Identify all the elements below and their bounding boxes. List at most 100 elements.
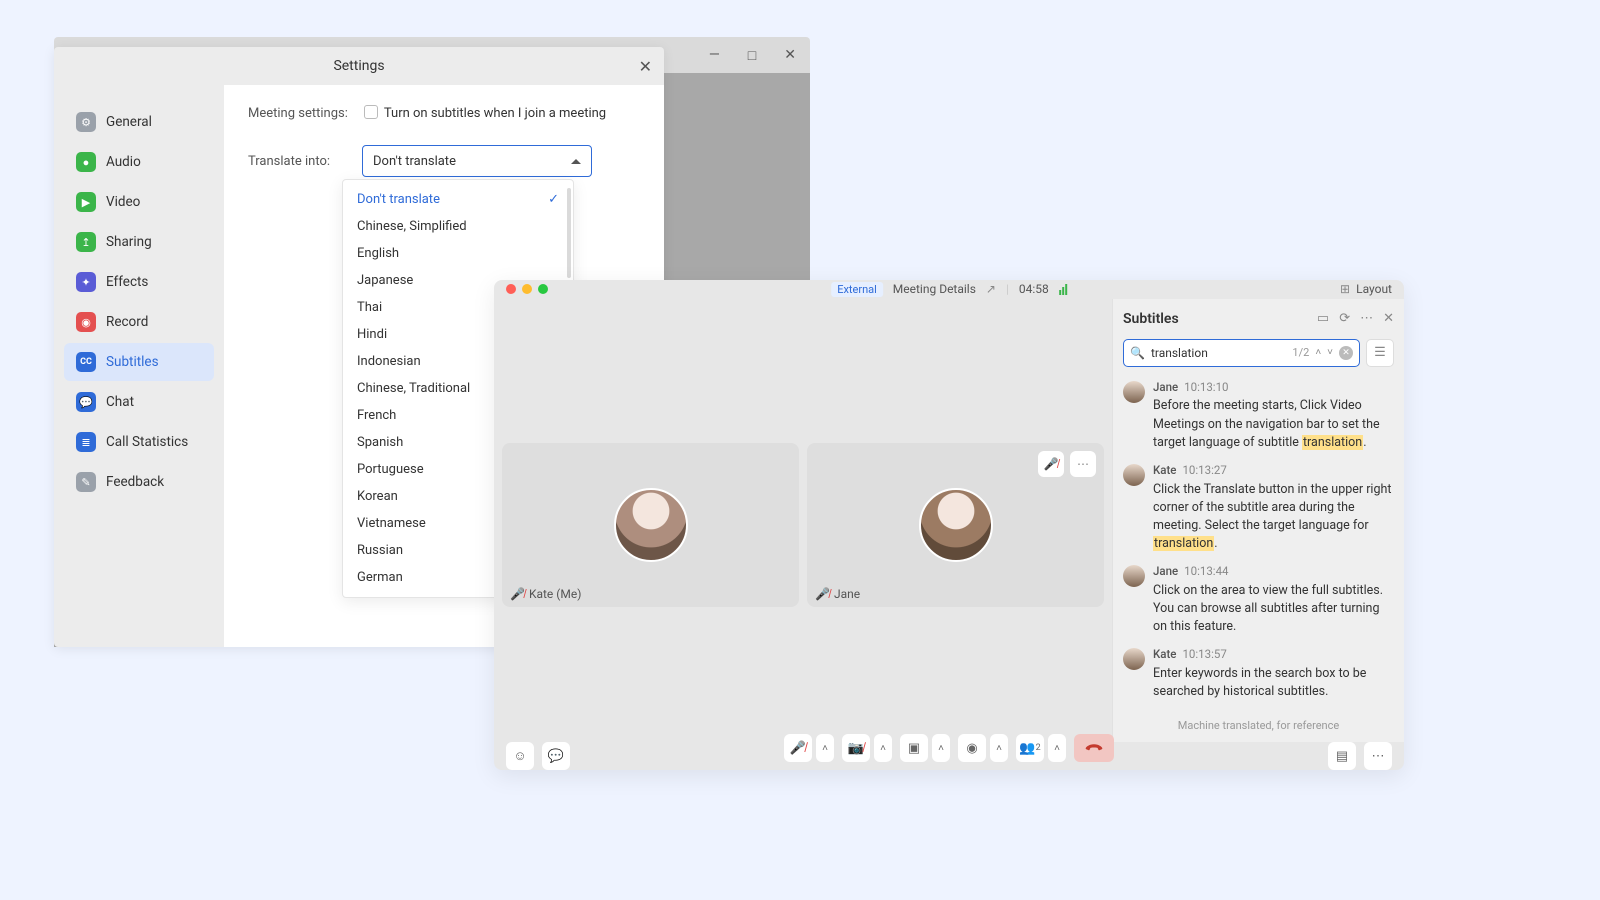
translate-option[interactable]: Don't translate✓ bbox=[343, 186, 573, 213]
record-icon: ◉ bbox=[76, 312, 96, 332]
nav-subtitles[interactable]: CCSubtitles bbox=[64, 343, 214, 381]
close-dot[interactable] bbox=[506, 284, 516, 294]
avatar bbox=[614, 488, 688, 562]
notes-button[interactable]: ▤ bbox=[1328, 742, 1356, 770]
participants-caret[interactable]: ˄ bbox=[1048, 734, 1066, 762]
entry-text: Enter keywords in the search box to be s… bbox=[1153, 665, 1394, 701]
nav-general[interactable]: ⚙General bbox=[64, 103, 214, 141]
translate-icon[interactable]: ⟳ bbox=[1339, 311, 1350, 326]
nav-effects[interactable]: ✦ Effects bbox=[64, 263, 214, 301]
nav-chat[interactable]: 💬Chat bbox=[64, 383, 214, 421]
avatar bbox=[1123, 464, 1145, 486]
avatar bbox=[1123, 381, 1145, 403]
translate-option[interactable]: Chinese, Simplified bbox=[343, 213, 573, 240]
subtitle-join-checkbox[interactable]: Turn on subtitles when I join a meeting bbox=[364, 105, 606, 121]
layout-label[interactable]: Layout bbox=[1356, 282, 1392, 296]
nav-call-statistics[interactable]: ≣Call Statistics bbox=[64, 423, 214, 461]
nav-audio[interactable]: ●Audio bbox=[64, 143, 214, 181]
effects-icon: ✦ bbox=[76, 272, 96, 292]
translate-into-label: Translate into: bbox=[248, 154, 346, 169]
minimize-dot[interactable] bbox=[522, 284, 532, 294]
search-value: translation bbox=[1151, 346, 1286, 360]
chevron-up-icon bbox=[571, 159, 581, 164]
nav-feedback[interactable]: ✎ Feedback bbox=[64, 463, 214, 501]
chat-button[interactable]: 💬 bbox=[542, 742, 570, 770]
close-icon[interactable]: ✕ bbox=[1383, 311, 1394, 326]
video-area: 🎤̸Kate (Me) 🎤̸ ⋯ 🎤̸Jane bbox=[494, 299, 1112, 742]
meeting-settings-label: Meeting settings: bbox=[248, 106, 348, 121]
record-caret[interactable]: ˄ bbox=[990, 734, 1008, 762]
layout-icon[interactable]: ⊞ bbox=[1340, 282, 1350, 296]
camera-caret[interactable]: ˄ bbox=[874, 734, 892, 762]
nav-record[interactable]: ◉ Record bbox=[64, 303, 214, 341]
nav-label: Effects bbox=[106, 274, 148, 290]
entry-text: Click on the area to view the full subti… bbox=[1153, 582, 1394, 636]
feedback-icon: ✎ bbox=[76, 472, 96, 492]
entry-text: Click the Translate button in the upper … bbox=[1153, 481, 1394, 554]
entry-header: Kate10:13:27 bbox=[1153, 462, 1394, 479]
next-match-icon[interactable]: ˅ bbox=[1327, 347, 1333, 358]
minimize-button[interactable]: — bbox=[709, 47, 720, 63]
video-tile-self[interactable]: 🎤̸Kate (Me) bbox=[502, 443, 799, 607]
tile-more-button[interactable]: ⋯ bbox=[1070, 451, 1096, 477]
zoom-dot[interactable] bbox=[538, 284, 548, 294]
translate-option[interactable]: English bbox=[343, 240, 573, 267]
subtitles-footer: Machine translated, for reference bbox=[1113, 711, 1404, 742]
stats-icon: ≣ bbox=[76, 432, 96, 452]
share-caret[interactable]: ˄ bbox=[932, 734, 950, 762]
search-icon: 🔍 bbox=[1130, 346, 1145, 360]
nav-label: Sharing bbox=[106, 234, 152, 250]
external-badge: External bbox=[831, 282, 883, 297]
entry-text: Before the meeting starts, Click Video M… bbox=[1153, 397, 1394, 451]
more-icon[interactable]: ⋯ bbox=[1360, 311, 1373, 326]
subtitle-entry[interactable]: Kate10:13:27 Click the Translate button i… bbox=[1123, 462, 1394, 553]
entry-header: Jane10:13:10 bbox=[1153, 379, 1394, 396]
participants-button[interactable]: 👥2 bbox=[1016, 734, 1044, 762]
subtitles-list[interactable]: Jane10:13:10Before the meeting starts, C… bbox=[1113, 375, 1404, 711]
mic-caret[interactable]: ˄ bbox=[816, 734, 834, 762]
subtitle-entry[interactable]: Jane10:13:44Click on the area to view th… bbox=[1123, 563, 1394, 636]
record-button[interactable]: ◉ bbox=[958, 734, 986, 762]
search-count: 1/2 bbox=[1292, 346, 1309, 359]
translate-dropdown[interactable]: Don't translate bbox=[362, 145, 592, 177]
nav-video[interactable]: ▶Video bbox=[64, 183, 214, 221]
meeting-details-link[interactable]: Meeting Details bbox=[893, 282, 976, 296]
settings-sidebar: ⚙General ●Audio ▶Video ↥Sharing ✦ Effects… bbox=[54, 85, 224, 647]
camera-icon: ▶ bbox=[76, 192, 96, 212]
subtitle-search-input[interactable]: 🔍 translation 1/2 ˄ ˅ ✕ bbox=[1123, 339, 1360, 367]
reactions-button[interactable]: ☺ bbox=[506, 742, 534, 770]
settings-title: Settings bbox=[333, 58, 384, 74]
settings-close-button[interactable]: ✕ bbox=[639, 57, 652, 76]
clear-search-button[interactable]: ✕ bbox=[1339, 346, 1353, 360]
chat-icon: 💬 bbox=[76, 392, 96, 412]
signal-icon bbox=[1059, 284, 1067, 295]
mic-button[interactable]: 🎤̸ bbox=[784, 734, 812, 762]
subtitles-panel: Subtitles ▭ ⟳ ⋯ ✕ 🔍 translation 1/2 ˄ ˅ … bbox=[1112, 299, 1404, 742]
avatar bbox=[1123, 648, 1145, 670]
video-tile-peer[interactable]: 🎤̸ ⋯ 🎤̸Jane bbox=[807, 443, 1104, 607]
popout-icon[interactable]: ↗ bbox=[986, 282, 996, 296]
subtitle-entry[interactable]: Kate10:13:57Enter keywords in the search… bbox=[1123, 646, 1394, 701]
share-button[interactable]: ▣ bbox=[900, 734, 928, 762]
cc-icon: CC bbox=[76, 352, 96, 372]
maximize-button[interactable]: □ bbox=[748, 47, 756, 64]
center-controls: 🎤̸˄ 📷̸˄ ▣˄ ◉˄ 👥2˄ bbox=[784, 734, 1114, 762]
settings-header: Settings ✕ bbox=[54, 47, 664, 85]
nav-label: Feedback bbox=[106, 474, 164, 490]
screen-icon[interactable]: ▭ bbox=[1317, 311, 1329, 326]
subtitle-entry[interactable]: Jane10:13:10Before the meeting starts, C… bbox=[1123, 379, 1394, 452]
nav-label: Record bbox=[106, 314, 148, 330]
meeting-titlebar: External Meeting Details ↗ | 04:58 ⊞ Lay… bbox=[494, 280, 1404, 299]
hangup-button[interactable] bbox=[1074, 734, 1114, 762]
tile-mute-icon[interactable]: 🎤̸ bbox=[1038, 451, 1064, 477]
prev-match-icon[interactable]: ˄ bbox=[1315, 347, 1321, 358]
scrollbar[interactable] bbox=[567, 188, 571, 278]
meeting-timer: 04:58 bbox=[1019, 282, 1049, 296]
filter-button[interactable]: ☰ bbox=[1366, 339, 1394, 367]
phone-icon bbox=[1085, 742, 1103, 754]
meeting-window: External Meeting Details ↗ | 04:58 ⊞ Lay… bbox=[494, 280, 1404, 770]
nav-sharing[interactable]: ↥Sharing bbox=[64, 223, 214, 261]
more-button[interactable]: ⋯ bbox=[1364, 742, 1392, 770]
camera-button[interactable]: 📷̸ bbox=[842, 734, 870, 762]
close-button[interactable]: ✕ bbox=[784, 47, 796, 63]
